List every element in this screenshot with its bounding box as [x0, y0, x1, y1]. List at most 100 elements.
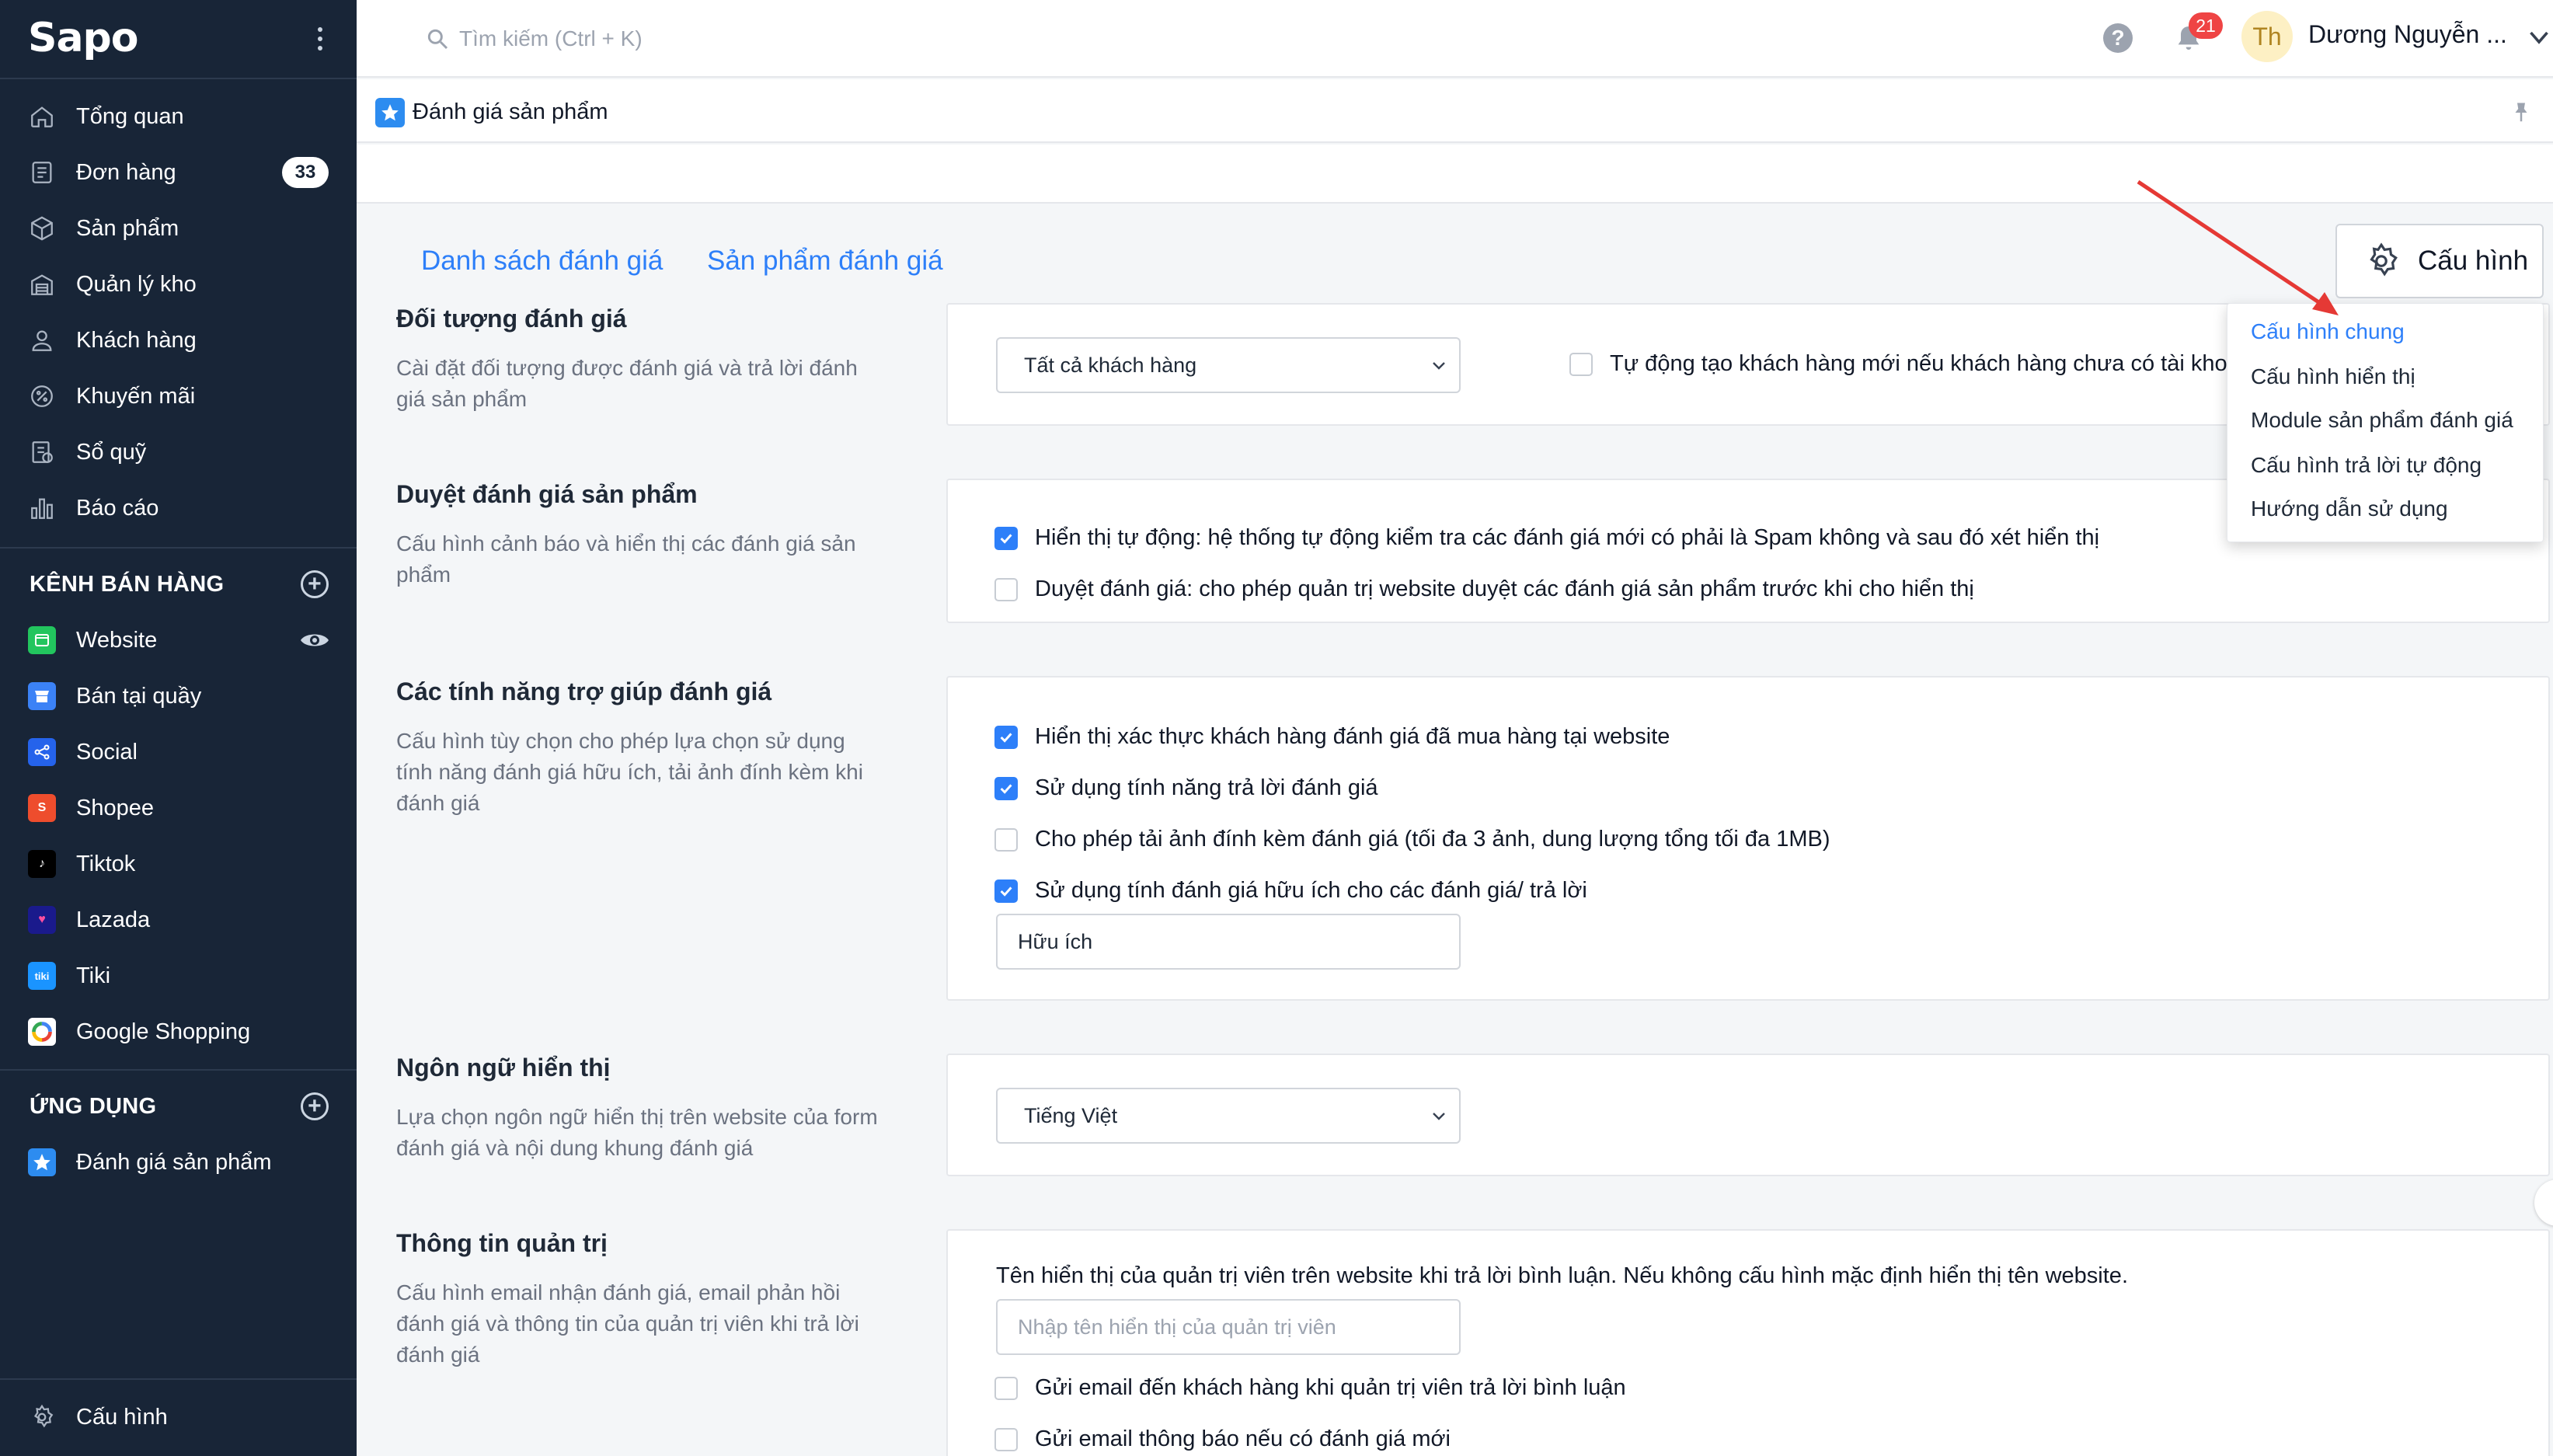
- sidebar-item-label: Đơn hàng: [76, 159, 176, 185]
- checkbox[interactable]: [994, 577, 1018, 601]
- apps-header: ỨNG DỤNG +: [0, 1078, 357, 1134]
- section-title-admin: Thông tin quản trị: [396, 1229, 608, 1257]
- sapo-logo[interactable]: Sapo: [28, 14, 138, 62]
- tab-review-list[interactable]: Danh sách đánh giá: [421, 246, 663, 277]
- config-button[interactable]: Cấu hình: [2335, 224, 2544, 298]
- section-title-target: Đối tượng đánh giá: [396, 305, 627, 333]
- menu-item-general-config[interactable]: Cấu hình chung: [2251, 319, 2405, 344]
- sidebar-item-google-shopping[interactable]: Google Shopping: [0, 1004, 357, 1060]
- sidebar-item-overview[interactable]: Tổng quan: [0, 89, 357, 145]
- target-select-value: Tất cả khách hàng: [1024, 353, 1197, 377]
- sidebar-item-label: Cấu hình: [76, 1404, 168, 1430]
- checkbox-checked[interactable]: [994, 776, 1018, 800]
- verified-buyer-option[interactable]: Hiển thị xác thực khách hàng đánh giá đã…: [994, 724, 1670, 750]
- avatar[interactable]: Th: [2241, 11, 2293, 62]
- sidebar-item-label: Bán tại quầy: [76, 683, 202, 709]
- sidebar-divider: [0, 547, 357, 549]
- sidebar-item-products[interactable]: Sản phẩm: [0, 200, 357, 256]
- add-app-icon[interactable]: +: [301, 1092, 329, 1120]
- search-input[interactable]: [459, 17, 1003, 61]
- chevron-down-icon: [1433, 1113, 1445, 1120]
- google-shopping-icon: [28, 1018, 56, 1046]
- sidebar-item-product-reviews[interactable]: Đánh giá sản phẩm: [0, 1134, 357, 1190]
- config-button-label: Cấu hình: [2418, 246, 2529, 276]
- sidebar-item-settings[interactable]: Cấu hình: [0, 1389, 357, 1445]
- sales-channels-header: KÊNH BÁN HÀNG +: [0, 556, 357, 612]
- pin-icon[interactable]: [2509, 99, 2533, 126]
- star-icon: [375, 98, 405, 127]
- checkbox[interactable]: [994, 1427, 1018, 1451]
- apps-title: ỨNG DỤNG: [30, 1093, 157, 1119]
- email-on-new-review-option[interactable]: Gửi email thông báo nếu có đánh giá mới: [994, 1426, 1451, 1452]
- checkbox-label: Tự động tạo khách hàng mới nếu khách hàn…: [1610, 351, 2240, 376]
- sidebar-item-label: Sản phẩm: [76, 215, 179, 241]
- section-desc-language: Lựa chọn ngôn ngữ hiển thị trên website …: [396, 1105, 878, 1160]
- sidebar-item-label: Khách hàng: [76, 327, 197, 353]
- helpful-label-input[interactable]: [996, 914, 1461, 970]
- check-icon: [1000, 732, 1012, 743]
- menu-item-review-module[interactable]: Module sản phẩm đánh giá: [2251, 408, 2513, 433]
- gear-icon: [2370, 242, 2398, 277]
- menu-item-auto-reply-config[interactable]: Cấu hình trả lời tự động: [2251, 453, 2482, 478]
- checkbox-label: Cho phép tải ảnh đính kèm đánh giá (tối …: [1035, 827, 1830, 852]
- admin-display-name-input[interactable]: [996, 1299, 1461, 1355]
- checkbox[interactable]: [1569, 352, 1593, 376]
- section-desc-target: Cài đặt đối tượng được đánh giá và trả l…: [396, 356, 858, 411]
- add-channel-icon[interactable]: +: [301, 570, 329, 598]
- sidebar-item-inventory[interactable]: Quản lý kho: [0, 256, 357, 312]
- scroll-handle[interactable]: [2534, 1179, 2553, 1226]
- checkbox-checked[interactable]: [994, 526, 1018, 550]
- sidebar-item-customers[interactable]: Khách hàng: [0, 312, 357, 368]
- sidebar-item-shopee[interactable]: S Shopee: [0, 780, 357, 836]
- language-select[interactable]: Tiếng Việt: [996, 1088, 1461, 1144]
- manual-approval-option[interactable]: Duyệt đánh giá: cho phép quản trị websit…: [994, 576, 1974, 602]
- section-desc-features: Cấu hình tùy chọn cho phép lựa chọn sử d…: [396, 729, 863, 815]
- sidebar-item-label: Sổ quỹ: [76, 439, 147, 465]
- reply-feature-option[interactable]: Sử dụng tính năng trả lời đánh giá: [994, 775, 1378, 801]
- sidebar-item-social[interactable]: Social: [0, 724, 357, 780]
- checkbox[interactable]: [994, 1376, 1018, 1400]
- sidebar-item-label: Khuyến mãi: [76, 383, 196, 409]
- target-select[interactable]: Tất cả khách hàng: [996, 337, 1461, 393]
- sidebar-item-cashbook[interactable]: Sổ quỹ: [0, 424, 357, 480]
- checkbox-label: Sử dụng tính đánh giá hữu ích cho các đá…: [1035, 878, 1587, 903]
- sidebar-item-website[interactable]: Website: [0, 612, 357, 668]
- eye-icon[interactable]: [299, 629, 330, 651]
- admin-display-name-label: Tên hiển thị của quản trị viên trên webs…: [996, 1263, 2128, 1288]
- auto-display-option[interactable]: Hiển thị tự động: hệ thống tự động kiểm …: [994, 525, 2099, 551]
- gear-icon: [28, 1403, 56, 1431]
- checkbox-checked[interactable]: [994, 879, 1018, 903]
- sidebar-item-orders[interactable]: Đơn hàng 33: [0, 145, 357, 200]
- sidebar-item-pos[interactable]: Bán tại quầy: [0, 668, 357, 724]
- helpful-feature-option[interactable]: Sử dụng tính đánh giá hữu ích cho các đá…: [994, 878, 1587, 904]
- orders-icon: [28, 158, 56, 186]
- sidebar-item-tiktok[interactable]: ♪ Tiktok: [0, 836, 357, 892]
- sidebar-item-reports[interactable]: Báo cáo: [0, 480, 357, 536]
- help-icon[interactable]: ?: [2103, 23, 2133, 53]
- notification-badge: 21: [2189, 12, 2223, 39]
- sidebar-divider: [0, 78, 357, 79]
- image-upload-option[interactable]: Cho phép tải ảnh đính kèm đánh giá (tối …: [994, 827, 1830, 852]
- menu-item-display-config[interactable]: Cấu hình hiển thị: [2251, 364, 2415, 389]
- report-icon: [28, 494, 56, 522]
- auto-create-customer-checkbox[interactable]: Tự động tạo khách hàng mới nếu khách hàn…: [1569, 351, 2240, 377]
- checkbox[interactable]: [994, 827, 1018, 852]
- user-name[interactable]: Dương Nguyễn ...: [2308, 20, 2507, 49]
- pos-icon: [28, 682, 56, 710]
- chevron-down-icon[interactable]: [2527, 23, 2551, 51]
- lazada-icon: ♥: [28, 906, 56, 934]
- sidebar-item-tiki[interactable]: tiki Tiki: [0, 948, 357, 1004]
- config-dropdown-menu: Cấu hình chung Cấu hình hiển thị Module …: [2227, 303, 2544, 542]
- sidebar-item-promotions[interactable]: Khuyến mãi: [0, 368, 357, 424]
- sidebar-item-label: Tiki: [76, 963, 111, 988]
- more-options-icon[interactable]: [309, 22, 331, 56]
- sidebar-item-label: Shopee: [76, 795, 154, 820]
- tiki-icon: tiki: [28, 962, 56, 990]
- menu-item-user-guide[interactable]: Hướng dẫn sử dụng: [2251, 496, 2448, 521]
- check-icon: [1000, 886, 1012, 897]
- tab-reviewed-products[interactable]: Sản phẩm đánh giá: [707, 246, 943, 277]
- sidebar-item-lazada[interactable]: ♥ Lazada: [0, 892, 357, 948]
- checkbox-checked[interactable]: [994, 725, 1018, 749]
- discount-icon: [28, 382, 56, 410]
- email-on-reply-option[interactable]: Gửi email đến khách hàng khi quản trị vi…: [994, 1375, 1626, 1401]
